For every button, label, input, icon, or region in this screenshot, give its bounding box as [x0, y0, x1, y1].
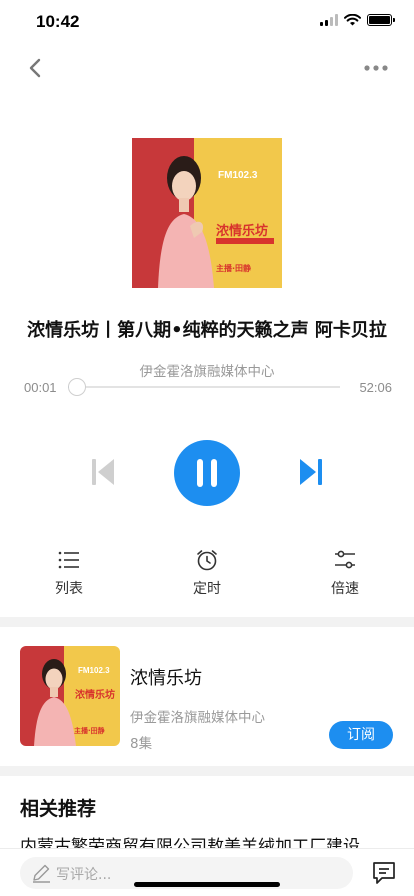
- timer-button[interactable]: 定时: [162, 548, 252, 598]
- comments-button[interactable]: [370, 859, 398, 887]
- episode-cover-image: FM102.3 浓情乐坊 主播·田静: [132, 138, 282, 288]
- skip-previous-icon: [92, 459, 114, 485]
- home-indicator: [134, 882, 280, 887]
- album-source: 伊金霍洛旗融媒体中心: [130, 710, 265, 726]
- pencil-icon: [33, 864, 50, 883]
- album-episode-count: 8集: [130, 736, 153, 752]
- pause-button[interactable]: [174, 440, 240, 506]
- timer-label: 定时: [193, 581, 221, 597]
- list-icon: [58, 551, 79, 569]
- progress-bar[interactable]: [68, 378, 340, 396]
- more-button[interactable]: [362, 54, 390, 82]
- speed-label: 倍速: [331, 581, 359, 597]
- status-time: 10:42: [36, 12, 80, 31]
- more-dots-icon: [364, 65, 388, 71]
- cellular-signal-icon: [320, 14, 338, 26]
- album-cover-host: 主播·田静: [74, 727, 105, 735]
- progress-thumb[interactable]: [68, 378, 86, 396]
- chevron-left-icon: [29, 58, 41, 78]
- current-time: 00:01: [24, 380, 57, 395]
- section-divider: [0, 617, 414, 627]
- speed-button[interactable]: 倍速: [300, 548, 390, 598]
- status-bar: 10:42: [0, 0, 414, 44]
- section-divider: [0, 766, 414, 776]
- alarm-clock-icon: [197, 550, 217, 571]
- related-section-title: 相关推荐: [20, 798, 97, 820]
- album-title[interactable]: 浓情乐坊: [130, 664, 202, 690]
- total-time: 52:06: [359, 380, 392, 395]
- host-portrait: [158, 156, 214, 288]
- cover-host: 主播·田静: [216, 264, 252, 273]
- subscribe-button[interactable]: 订阅: [329, 721, 393, 749]
- track-source: 伊金霍洛旗融媒体中心: [139, 364, 275, 380]
- previous-track-button[interactable]: [88, 455, 118, 489]
- back-button[interactable]: [22, 54, 50, 82]
- album-cover-image[interactable]: FM102.3 浓情乐坊 主播·田静: [20, 646, 120, 746]
- playlist-button[interactable]: 列表: [24, 548, 114, 598]
- comment-bar: 写评论...: [0, 848, 414, 896]
- wifi-icon: [344, 14, 361, 26]
- album-cover-program-name: 浓情乐坊: [75, 690, 115, 701]
- cover-frequency: FM102.3: [218, 170, 258, 181]
- track-title: 浓情乐坊丨第八期•纯粹的天籁之声 阿卡贝拉: [27, 320, 387, 341]
- playlist-label: 列表: [55, 581, 83, 597]
- cover-program-name: 浓情乐坊: [216, 224, 269, 239]
- next-track-button[interactable]: [296, 455, 326, 489]
- status-icons: [320, 14, 395, 26]
- speed-sliders-icon: [335, 550, 355, 569]
- album-cover-frequency: FM102.3: [78, 666, 110, 675]
- comment-placeholder: 写评论...: [56, 867, 112, 883]
- battery-icon: [367, 14, 395, 26]
- skip-next-icon: [300, 459, 322, 485]
- album-host-portrait: [34, 659, 76, 746]
- comment-bubble-icon: [373, 862, 395, 884]
